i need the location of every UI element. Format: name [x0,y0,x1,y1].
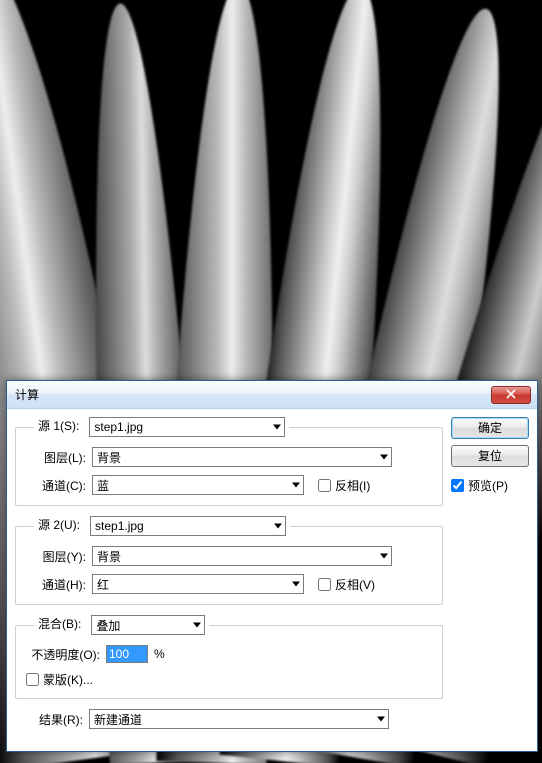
source1-layer-value: 背景 [97,449,121,466]
source2-file-select[interactable]: step1.jpg [90,516,286,536]
preview-input[interactable] [451,479,464,492]
blend-mode-value: 叠加 [96,617,120,634]
result-select[interactable]: 新建通道 [89,709,389,729]
source1-channel-select[interactable]: 蓝 [92,475,304,495]
dialog-title: 计算 [15,386,39,403]
source2-layer-select[interactable]: 背景 [92,546,392,566]
source2-channel-value: 红 [97,576,109,593]
source1-layer-label: 图层(L): [26,449,86,466]
source2-layer-label: 图层(Y): [26,548,86,565]
chevron-down-icon [377,717,385,722]
calculations-dialog: 计算 源 1(S): step1.jpg 图层(L): [6,380,538,752]
mask-label: 蒙版(K)... [43,671,93,688]
source1-channel-label: 通道(C): [26,477,86,494]
blend-mode-select[interactable]: 叠加 [91,615,205,635]
source2-channel-select[interactable]: 红 [92,574,304,594]
source2-file-value: step1.jpg [95,519,144,533]
chevron-down-icon [380,554,388,559]
blend-group: 混合(B): 叠加 不透明度(O): % 蒙版(K)... [15,615,443,699]
source1-file-select[interactable]: step1.jpg [89,417,285,437]
mask-input[interactable] [26,673,39,686]
chevron-down-icon [292,483,300,488]
source2-group: 源 2(U): step1.jpg 图层(Y): 背景 通道(H): [15,516,443,605]
chevron-down-icon [274,524,282,529]
opacity-input[interactable] [106,645,148,663]
preview-label: 预览(P) [468,477,508,494]
source2-channel-label: 通道(H): [26,576,86,593]
opacity-label: 不透明度(O): [26,646,100,663]
source2-invert-input[interactable] [318,578,331,591]
source1-invert-input[interactable] [318,479,331,492]
blend-legend: 混合(B): 叠加 [34,615,209,635]
mask-checkbox[interactable]: 蒙版(K)... [26,671,93,688]
source1-channel-value: 蓝 [97,477,109,494]
source2-layer-value: 背景 [97,548,121,565]
source1-group: 源 1(S): step1.jpg 图层(L): 背景 通道(C): [15,417,443,506]
source1-legend: 源 1(S): step1.jpg [34,417,289,437]
opacity-suffix: % [154,647,165,661]
preview-checkbox[interactable]: 预览(P) [451,477,529,494]
source1-file-value: step1.jpg [94,420,143,434]
result-label: 结果(R): [15,711,83,728]
reset-button[interactable]: 复位 [451,445,529,467]
close-icon [506,388,516,402]
close-button[interactable] [491,386,531,404]
chevron-down-icon [292,582,300,587]
result-row: 结果(R): 新建通道 [15,709,443,729]
source1-invert-checkbox[interactable]: 反相(I) [318,477,370,494]
chevron-down-icon [273,425,281,430]
chevron-down-icon [380,455,388,460]
source1-layer-select[interactable]: 背景 [92,447,392,467]
chevron-down-icon [193,623,201,628]
source2-invert-label: 反相(V) [335,576,375,593]
source2-invert-checkbox[interactable]: 反相(V) [318,576,375,593]
source2-legend: 源 2(U): step1.jpg [34,516,290,536]
dialog-titlebar[interactable]: 计算 [7,381,537,409]
source1-invert-label: 反相(I) [335,477,370,494]
result-value: 新建通道 [94,711,142,728]
ok-button[interactable]: 确定 [451,417,529,439]
